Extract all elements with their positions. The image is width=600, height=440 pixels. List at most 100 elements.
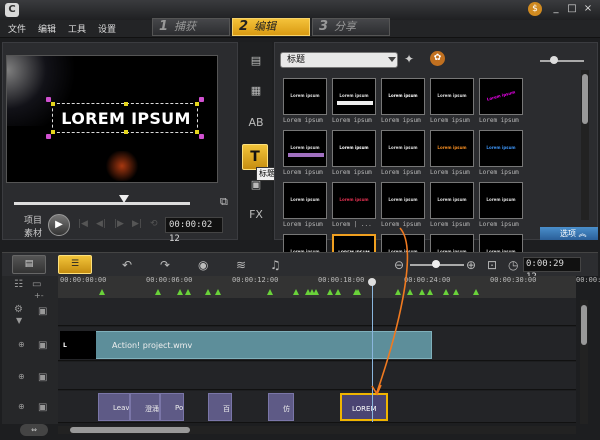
cue-marker[interactable] <box>473 289 479 295</box>
rotate-handle[interactable] <box>199 134 204 139</box>
media-tab-icon[interactable]: ▤ <box>246 52 266 70</box>
fit-project-icon[interactable]: ⊡ <box>487 258 497 272</box>
title-thumbnail[interactable]: Lorem ipsum <box>283 78 327 115</box>
zoom-in-icon[interactable]: ⊕ <box>466 258 476 272</box>
resize-handle[interactable] <box>51 102 55 106</box>
cue-marker[interactable] <box>427 289 433 295</box>
cue-marker[interactable] <box>395 289 401 295</box>
title-track-icon[interactable]: ▣ <box>38 372 47 383</box>
cue-marker[interactable] <box>185 289 191 295</box>
tab-share[interactable]: 3 分享 <box>312 18 390 36</box>
effect-tab-icon[interactable]: AB <box>246 114 266 132</box>
zoom-out-icon[interactable]: ⊖ <box>394 258 404 272</box>
minimize-button[interactable]: _ <box>548 2 564 16</box>
overlay-track-icon[interactable]: ▣ <box>38 340 47 351</box>
scrub-knob[interactable] <box>119 195 129 203</box>
resize-handle[interactable] <box>124 130 128 134</box>
track-manager-icon[interactable]: ☷ <box>14 279 23 290</box>
mode-clip-label[interactable]: 素材 <box>24 226 42 239</box>
title-text-box[interactable]: LOREM IPSUM <box>46 97 204 139</box>
cue-marker[interactable] <box>335 289 341 295</box>
cue-marker[interactable] <box>215 289 221 295</box>
options-button[interactable]: 选项 ︽ <box>540 227 598 240</box>
menu-file[interactable]: 文件 <box>8 22 26 35</box>
resize-handle[interactable] <box>195 102 199 106</box>
storyboard-view-button[interactable]: ▤ <box>12 255 46 274</box>
cue-marker[interactable] <box>293 289 299 295</box>
chevron-down-icon[interactable] <box>388 57 396 62</box>
cue-marker[interactable] <box>313 289 319 295</box>
redo-icon[interactable]: ↷ <box>160 258 170 272</box>
title-thumbnail[interactable]: Lorem ipsum <box>332 182 376 219</box>
category-dropdown[interactable]: 标题 <box>280 52 398 68</box>
timeline-view-button[interactable]: ☰ <box>58 255 92 274</box>
cue-marker[interactable] <box>155 289 161 295</box>
title-thumbnail[interactable]: Lorem ipsum <box>283 130 327 167</box>
playhead-knob[interactable] <box>368 278 376 286</box>
chevron-down-icon[interactable]: ▼ <box>16 316 22 325</box>
cue-marker[interactable] <box>177 289 183 295</box>
rotate-handle[interactable] <box>199 97 204 102</box>
resize-handle[interactable] <box>124 102 128 106</box>
menu-edit[interactable]: 编辑 <box>38 22 56 35</box>
track-ripple-icon[interactable]: ⚙ <box>14 304 23 315</box>
cue-marker[interactable] <box>99 289 105 295</box>
title-clip[interactable]: Leav <box>98 393 130 421</box>
title-thumbnail[interactable]: Lorem ipsum <box>332 130 376 167</box>
title-thumbnail[interactable]: Lorem ipsum <box>381 182 425 219</box>
title-thumbnail[interactable]: Lorem ipsum <box>332 78 376 115</box>
lock-track-icon[interactable]: ⊕ <box>18 372 25 381</box>
slider-knob[interactable] <box>550 56 558 64</box>
scrollbar-thumb[interactable] <box>70 427 190 433</box>
title-thumbnail[interactable]: Lorem ipsum <box>381 78 425 115</box>
cue-marker[interactable] <box>205 289 211 295</box>
rotate-handle[interactable] <box>46 97 51 102</box>
end-icon[interactable]: ▶| <box>132 219 142 229</box>
maximize-button[interactable]: □ <box>564 2 580 16</box>
title-clip[interactable]: 百 <box>208 393 232 421</box>
title-thumbnail[interactable]: Lorem ipsum <box>381 130 425 167</box>
scrollbar-thumb[interactable] <box>582 74 588 124</box>
cue-marker[interactable] <box>453 289 459 295</box>
cue-marker[interactable] <box>267 289 273 295</box>
record-capture-icon[interactable]: ◉ <box>198 258 208 272</box>
scrub-bar[interactable] <box>14 202 190 205</box>
voice-track-icon[interactable]: ▣ <box>38 402 47 413</box>
zoom-toggle-icon[interactable]: ⇔ <box>20 424 48 436</box>
cue-marker[interactable] <box>443 289 449 295</box>
title-thumbnail[interactable]: Lorem ipsum <box>283 182 327 219</box>
tab-edit[interactable]: 2 编辑 <box>232 18 310 36</box>
cue-marker[interactable] <box>407 289 413 295</box>
home-icon[interactable]: |◀ <box>78 219 88 229</box>
add-marker-icon[interactable]: ▭ <box>32 279 41 290</box>
lock-track-icon[interactable]: ⊕ <box>18 402 25 411</box>
repeat-icon[interactable]: ⟲ <box>150 219 158 229</box>
title-thumbnail[interactable]: Lorem ipsum <box>430 130 474 167</box>
title-thumbnail[interactable]: Lorem ipsum <box>479 130 523 167</box>
title-thumbnail[interactable]: Lorem ipsum <box>479 78 523 115</box>
lock-track-icon[interactable]: ⊕ <box>18 340 25 349</box>
audio-mix-icon[interactable]: ≋ <box>236 258 246 272</box>
store-icon[interactable]: ✿ <box>430 51 445 66</box>
timeline-timecode[interactable]: 0:00:29 12 <box>523 257 581 282</box>
menu-settings[interactable]: 设置 <box>98 22 116 35</box>
rotate-handle[interactable] <box>46 134 51 139</box>
timeline-ruler[interactable]: 00:00:00:00 00:00:06:00 00:00:12:00 00:00:1… <box>58 276 600 298</box>
transition-tab-icon[interactable]: ▦ <box>246 82 266 100</box>
cue-marker[interactable] <box>327 289 333 295</box>
undo-icon[interactable]: ↶ <box>122 258 132 272</box>
menu-tools[interactable]: 工具 <box>68 22 86 35</box>
selected-title-clip[interactable]: LOREM <box>340 393 388 421</box>
title-clip[interactable]: 仿 <box>268 393 294 421</box>
player-timecode[interactable]: 00:00:02 12 <box>165 217 223 244</box>
close-button[interactable]: × <box>580 2 596 16</box>
fullscreen-icon[interactable]: ⧉ <box>220 195 228 209</box>
thumbnail-size-slider[interactable] <box>540 60 584 62</box>
plus-minus-icon[interactable]: +- <box>34 291 44 300</box>
title-thumbnail[interactable]: Lorem ipsum <box>430 78 474 115</box>
resize-handle[interactable] <box>51 130 55 134</box>
cue-marker[interactable] <box>355 289 361 295</box>
preview-screen[interactable]: LOREM IPSUM <box>6 55 218 183</box>
zoom-knob[interactable] <box>432 260 440 268</box>
cue-marker[interactable] <box>419 289 425 295</box>
